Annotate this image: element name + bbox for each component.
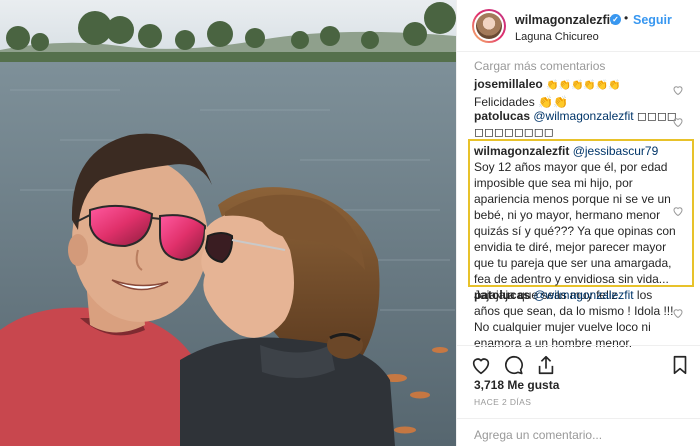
comment-username[interactable]: patolucas bbox=[474, 288, 530, 302]
comment-text: ◻◻◻◻ bbox=[633, 109, 677, 123]
like-comment-heart-icon[interactable] bbox=[672, 205, 684, 217]
comment-username[interactable]: josemillaleo bbox=[474, 77, 543, 91]
comment-item: josemillaleo 👏👏👏👏👏👏 Felicidades 👏👏 bbox=[474, 76, 678, 110]
comment-item: wilmagonzalezfit @jessibascur79 Soy 12 a… bbox=[474, 143, 678, 303]
avatar-image bbox=[476, 13, 502, 39]
comment-mention[interactable]: @jessibascur79 bbox=[573, 144, 659, 158]
load-more-comments-link[interactable]: Cargar más comentarios bbox=[474, 59, 605, 73]
likes-count[interactable]: 3,718 Me gusta bbox=[474, 378, 559, 392]
location-link[interactable]: Laguna Chicureo bbox=[515, 31, 599, 43]
like-comment-heart-icon[interactable] bbox=[672, 84, 684, 96]
post-photo bbox=[0, 0, 456, 446]
like-comment-heart-icon[interactable] bbox=[672, 116, 684, 128]
post-header: wilmagonzalezfit ✓ • Seguir Laguna Chicu… bbox=[457, 0, 700, 52]
comment-username[interactable]: patolucas bbox=[474, 109, 530, 123]
comment-text: ◻◻◻◻◻◻◻◻ bbox=[474, 125, 554, 139]
avatar[interactable] bbox=[472, 9, 506, 43]
add-comment-bar bbox=[457, 418, 700, 446]
verified-badge-icon: ✓ bbox=[610, 14, 621, 25]
share-icon[interactable] bbox=[535, 354, 557, 376]
comment-text: Felicidades 👏👏 bbox=[474, 95, 568, 109]
comment-item: patolucas @wilmagonzalezfit ◻◻◻◻ ◻◻◻◻◻◻◻… bbox=[474, 108, 678, 140]
add-comment-input[interactable] bbox=[474, 428, 674, 442]
comment-item: patolucas @wilmagonzalezfit los años que… bbox=[474, 287, 678, 351]
username[interactable]: wilmagonzalezfit bbox=[515, 13, 614, 27]
separator-dot: • bbox=[624, 11, 629, 25]
comment-mention[interactable]: @wilmagonzalezfit bbox=[533, 109, 633, 123]
heart-outline-icon[interactable] bbox=[470, 354, 492, 376]
comment-text: 👏👏👏👏👏👏 bbox=[546, 80, 621, 91]
speech-bubble-icon[interactable] bbox=[503, 354, 525, 376]
bookmark-icon[interactable] bbox=[669, 354, 691, 376]
like-comment-heart-icon[interactable] bbox=[672, 307, 684, 319]
photo-scene bbox=[0, 0, 456, 446]
comment-mention[interactable]: @wilmagonzalezfit bbox=[533, 288, 633, 302]
post-side-panel: wilmagonzalezfit ✓ • Seguir Laguna Chicu… bbox=[456, 0, 700, 446]
comment-text: Soy 12 años mayor que él, por edad impos… bbox=[474, 160, 676, 302]
comment-username[interactable]: wilmagonzalezfit bbox=[474, 144, 569, 158]
post-date[interactable]: HACE 2 DÍAS bbox=[474, 397, 531, 407]
post-actions-bar bbox=[457, 345, 700, 381]
follow-button[interactable]: Seguir bbox=[633, 13, 672, 27]
